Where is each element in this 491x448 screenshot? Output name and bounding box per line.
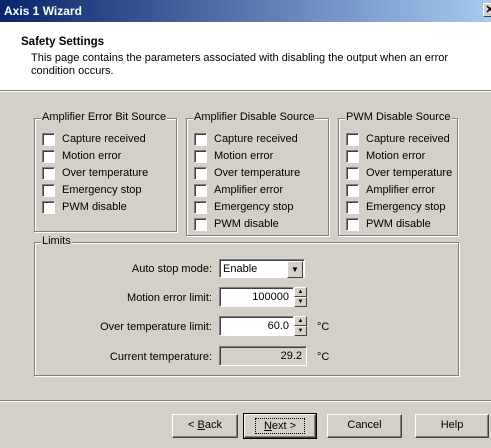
- header-separator: [0, 91, 491, 92]
- next-button[interactable]: Next >: [243, 413, 317, 439]
- next-button-mnemonic: N: [263, 420, 272, 432]
- spin-down-icon[interactable]: ▼: [294, 297, 307, 307]
- checkbox-box[interactable]: [346, 184, 359, 197]
- group-label: Limits: [41, 235, 72, 247]
- help-button[interactable]: Help: [415, 414, 489, 438]
- checkbox-label: Emergency stop: [366, 201, 446, 213]
- checkbox-label: Amplifier error: [366, 184, 436, 196]
- checkbox-box[interactable]: [194, 201, 207, 214]
- pwm-disable-source-group: PWM Disable Source Capture received Moti…: [338, 111, 458, 236]
- checkbox-box[interactable]: [346, 150, 359, 163]
- footer-separator-highlight: [0, 401, 491, 402]
- checkbox-box[interactable]: [42, 150, 55, 163]
- checkbox-box[interactable]: [194, 218, 207, 231]
- checkbox-box[interactable]: [42, 167, 55, 180]
- window-title: Axis 1 Wizard: [4, 4, 82, 18]
- checkbox-label: Over temperature: [62, 167, 149, 179]
- checkbox-label: Emergency stop: [214, 201, 294, 213]
- checkbox-label: Motion error: [62, 150, 122, 162]
- next-button-focus: Next >: [254, 418, 306, 434]
- spin-down-icon[interactable]: ▼: [294, 326, 307, 336]
- spin-up-icon[interactable]: ▲: [294, 316, 307, 326]
- current-temperature-value: 29.2: [280, 350, 302, 362]
- checkbox-label: Capture received: [214, 133, 298, 145]
- page-description: This page contains the parameters associ…: [31, 52, 449, 77]
- motion-error-limit-label: Motion error limit:: [127, 292, 212, 304]
- cancel-button[interactable]: Cancel: [327, 414, 402, 438]
- over-temperature-limit-input[interactable]: 60.0: [219, 316, 294, 336]
- over-temperature-limit-label: Over temperature limit:: [100, 321, 212, 333]
- motion-error-limit-spinner[interactable]: ▲ ▼: [294, 287, 307, 307]
- checkbox-label: Capture received: [62, 133, 146, 145]
- group-label: Amplifier Error Bit Source: [41, 111, 168, 123]
- checkbox-label: PWM disable: [214, 218, 279, 230]
- back-button[interactable]: < Back: [172, 414, 238, 438]
- current-temperature-field: 29.2: [219, 346, 307, 366]
- checkbox-box[interactable]: [346, 167, 359, 180]
- checkbox-box[interactable]: [42, 201, 55, 214]
- title-bar: Axis 1 Wizard ✕: [0, 0, 491, 22]
- checkbox-label: PWM disable: [366, 218, 431, 230]
- checkbox-label: Over temperature: [214, 167, 301, 179]
- checkbox-box[interactable]: [194, 133, 207, 146]
- checkbox-box[interactable]: [194, 184, 207, 197]
- page-title: Safety Settings: [21, 36, 105, 48]
- checkbox-box[interactable]: [42, 184, 55, 197]
- checkbox-box[interactable]: [42, 133, 55, 146]
- group-label: PWM Disable Source: [345, 111, 452, 123]
- current-temperature-unit: °C: [317, 351, 330, 363]
- checkbox-box[interactable]: [194, 167, 207, 180]
- back-button-prefix: <: [188, 419, 198, 431]
- back-button-mnemonic: B: [197, 419, 205, 431]
- back-button-rest: ack: [204, 419, 222, 431]
- group-label: Amplifier Disable Source: [193, 111, 316, 123]
- amplifier-error-bit-source-group: Amplifier Error Bit Source Capture recei…: [34, 111, 177, 232]
- motion-error-limit-value: 100000: [252, 291, 289, 303]
- chevron-down-icon[interactable]: ▼: [287, 261, 303, 278]
- spin-up-icon[interactable]: ▲: [294, 287, 307, 297]
- auto-stop-mode-label: Auto stop mode:: [131, 263, 212, 275]
- over-temperature-limit-value: 60.0: [267, 320, 289, 332]
- checkbox-label: Motion error: [366, 150, 426, 162]
- checkbox-box[interactable]: [346, 133, 359, 146]
- checkbox-label: Capture received: [366, 133, 450, 145]
- motion-error-limit-input[interactable]: 100000: [219, 287, 294, 307]
- close-button[interactable]: ✕: [483, 3, 491, 17]
- checkbox-label: PWM disable: [62, 201, 127, 213]
- checkbox-box[interactable]: [346, 218, 359, 231]
- checkbox-label: Amplifier error: [214, 184, 284, 196]
- checkbox-box[interactable]: [194, 150, 207, 163]
- checkbox-box[interactable]: [346, 201, 359, 214]
- auto-stop-mode-select[interactable]: Enable ▼: [219, 259, 305, 278]
- checkbox-label: Emergency stop: [62, 184, 142, 196]
- next-button-rest: ext >: [271, 420, 297, 432]
- current-temperature-label: Current temperature:: [109, 351, 212, 363]
- auto-stop-mode-value: Enable: [223, 263, 258, 275]
- wizard-header: Safety Settings This page contains the p…: [0, 22, 491, 91]
- over-temperature-limit-spinner[interactable]: ▲ ▼: [294, 316, 307, 336]
- over-temperature-unit: °C: [317, 321, 330, 333]
- amplifier-disable-source-group: Amplifier Disable Source Capture receive…: [186, 111, 329, 236]
- checkbox-label: Over temperature: [366, 167, 453, 179]
- checkbox-label: Motion error: [214, 150, 274, 162]
